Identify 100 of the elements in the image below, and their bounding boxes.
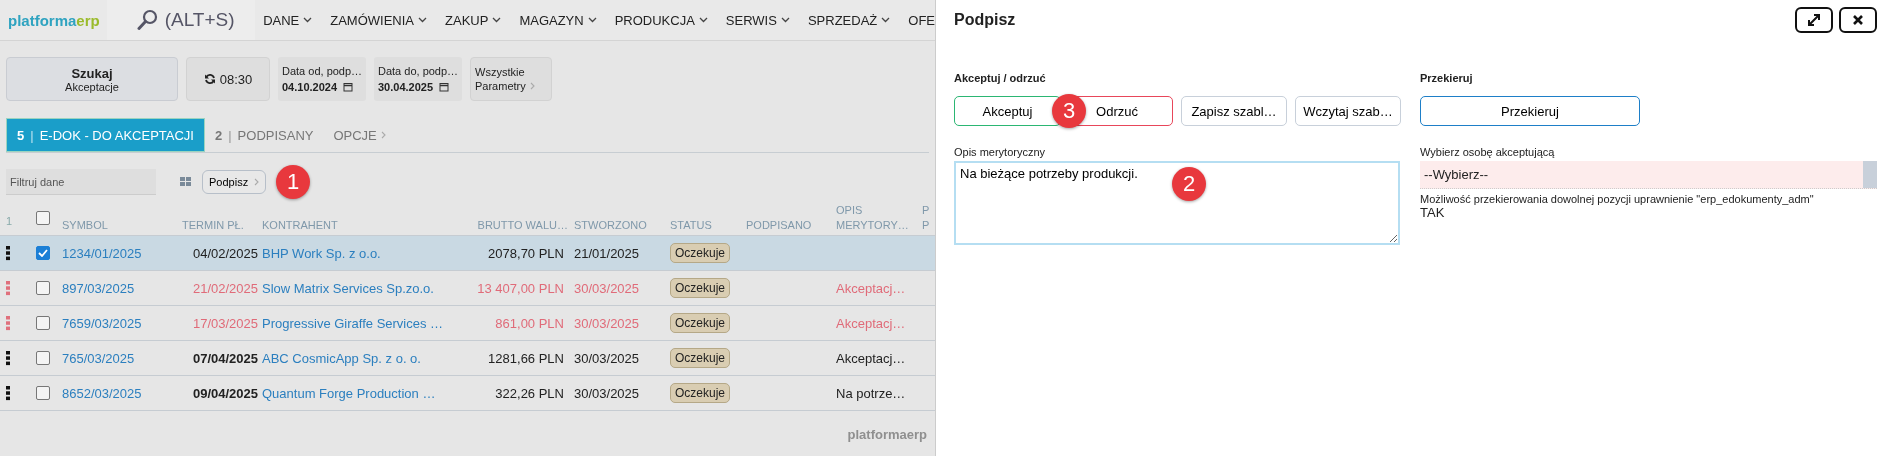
row-menu-icon[interactable] [6,350,10,366]
table-cell-text: Akceptacj… [836,315,907,331]
row-checkbox[interactable] [36,281,50,295]
search-button[interactable]: Szukaj Akceptacje [6,57,178,101]
row-menu-icon[interactable] [6,245,10,261]
column-header[interactable]: STWORZONO [574,217,670,235]
menu-item[interactable]: SPRZEDAŻ [807,12,891,28]
checkmark-icon [38,249,48,257]
document-link[interactable]: 897/03/2025 [62,280,182,296]
chevron-down-icon [492,17,502,23]
table-cell-text: Akceptacj… [836,280,907,296]
column-header[interactable]: SYMBOL [62,217,182,235]
chevron-down-icon [587,17,597,23]
table-cell-text: 17/03/2025 [191,315,259,331]
table-cell-text: 2078,70 PLN [487,245,565,261]
action-button[interactable]: Wczytaj szab… [1295,96,1401,126]
tab[interactable]: 5 | E-DOK - DO AKCEPTACJI [6,118,205,152]
step-callout-tooltip: 1 [276,165,311,199]
chevron-right-icon [529,82,535,90]
calendar-icon [439,82,450,92]
parameters-button[interactable]: Wszystkie Parametry [470,57,552,101]
close-icon [1852,14,1864,26]
tab[interactable]: OPCJE [323,118,396,152]
row-checkbox[interactable] [36,246,50,260]
row-checkbox[interactable] [36,386,50,400]
menu-item[interactable]: PRODUKCJA [614,12,708,28]
column-header[interactable]: TERMIN PŁ. [182,217,262,235]
contractor-link[interactable]: ABC CosmicApp Sp. z o. o. [262,350,462,366]
column-header[interactable]: OPIS MERYTORY… [836,203,922,235]
tab[interactable]: 2 | PODPISANY [204,118,324,152]
table-cell-text: 322,26 PLN [494,385,565,401]
person-select[interactable]: --Wybierz-- [1420,161,1877,189]
step-callout-tooltip: 3 [1052,94,1086,128]
sign-button[interactable]: Podpisz [202,170,267,194]
action-button[interactable]: Zapisz szabl… [1181,96,1287,126]
contractor-link[interactable]: Quantum Forge Production … [262,385,462,401]
permission-value: TAK [1420,205,1446,220]
table-cell-text: 30/03/2025 [574,280,641,296]
table-cell-text: 04/02/2025 [191,245,259,261]
logo[interactable]: platformaerp [0,11,107,29]
chevron-down-icon [698,17,708,23]
contractor-link[interactable]: Progressive Giraffe Services … [262,315,462,331]
section-heading: Przekieruj [1420,72,1474,86]
row-menu-icon[interactable] [6,385,10,401]
status-badge: Oczekuje [670,243,731,263]
table-cell-text: 861,00 PLN [494,315,565,331]
table-cell-text: 21/01/2025 [574,245,641,261]
menu-item[interactable]: ZAMÓWIENIA [330,12,428,28]
refresh-button[interactable]: 08:30 [186,57,270,101]
table-cell-text: 30/03/2025 [574,315,641,331]
column-header[interactable]: P P [922,203,935,235]
contractor-link[interactable]: BHP Work Sp. z o.o. [262,245,462,261]
document-link[interactable]: 8652/03/2025 [62,385,182,401]
table-cell-text: 09/04/2025 [191,385,259,401]
section-heading: Akceptuj / odrzuć [954,72,1047,86]
table-cell-text: 30/03/2025 [574,350,641,366]
close-button[interactable] [1839,7,1877,33]
row-checkbox[interactable] [36,316,50,330]
document-link[interactable]: 1234/01/2025 [62,245,182,261]
column-header[interactable]: KONTRAHENT [262,217,462,235]
menu-item[interactable]: SERWIS [725,12,790,28]
status-badge: Oczekuje [670,278,731,298]
column-header[interactable]: PODPISANO [746,217,836,235]
table-cell-text: 21/02/2025 [191,280,259,296]
filter-field[interactable]: Filtruj dane [6,169,156,195]
chevron-down-icon [881,17,891,23]
field-label: Opis merytoryczny [954,146,1047,158]
chevron-down-icon [418,17,428,23]
search-button[interactable]: (ALT+S) [106,0,256,40]
select-all-checkbox[interactable] [36,211,50,225]
date-field[interactable]: Data od, podp… 04.10.2024 [278,57,366,101]
chevron-right-icon [380,131,386,139]
row-checkbox[interactable] [36,351,50,365]
footer-logo: platformaerp [847,427,927,442]
date-field[interactable]: Data do, podp… 30.04.2025 [374,57,462,101]
table-cell-text: 07/04/2025 [191,350,259,366]
menu-item[interactable]: ZAKUP [445,12,502,28]
calendar-icon [343,82,354,92]
table-cell-text: 1281,66 PLN [487,350,565,366]
table-cell-text: 30/03/2025 [574,385,641,401]
search-icon [136,9,159,31]
column-header[interactable]: BRUTTO WALU… [462,217,574,235]
expand-button[interactable] [1795,7,1833,33]
menu-item[interactable]: DANE [263,12,313,28]
status-badge: Oczekuje [670,313,731,333]
document-link[interactable]: 7659/03/2025 [62,315,182,331]
menu-item[interactable]: OFE [908,12,935,28]
chevron-right-icon [254,178,260,186]
grid-icon[interactable] [180,177,192,187]
table-cell-text: 13 407,00 PLN [476,280,565,296]
dialog-title: Podpisz [954,11,1016,29]
table-cell-text: Akceptacj… [836,350,907,366]
document-link[interactable]: 765/03/2025 [62,350,182,366]
permission-note: Możliwość przekierowania dowolnej pozycji uprawnienie "erp_edokumenty_adm" [1420,193,1815,205]
menu-item[interactable]: MAGAZYN [519,12,597,28]
refresh-icon [203,73,216,85]
contractor-link[interactable]: Slow Matrix Services Sp.zo.o. [262,280,462,296]
column-header[interactable]: STATUS [670,217,746,235]
action-button[interactable]: Akceptuj [954,96,1061,126]
redirect-button[interactable]: Przekieruj [1420,96,1640,126]
